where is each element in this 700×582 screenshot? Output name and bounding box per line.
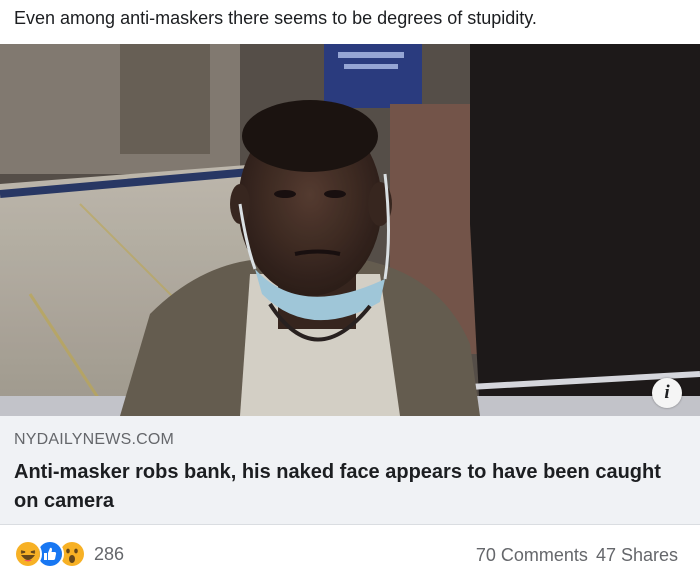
engagement-stats: 70 Comments 47 Shares bbox=[476, 545, 678, 566]
reaction-summary[interactable]: 286 bbox=[14, 540, 125, 568]
info-icon[interactable]: i bbox=[652, 378, 682, 408]
link-preview-meta[interactable]: NYDAILYNEWS.COM Anti-masker robs bank, h… bbox=[0, 416, 700, 525]
post-footer: 286 70 Comments 47 Shares bbox=[0, 525, 700, 582]
link-headline[interactable]: Anti-masker robs bank, his naked face ap… bbox=[14, 458, 684, 516]
surveillance-photo bbox=[0, 44, 700, 416]
facebook-post: Even among anti-maskers there seems to b… bbox=[0, 0, 700, 582]
haha-icon bbox=[14, 540, 42, 568]
link-preview-image[interactable]: i bbox=[0, 44, 700, 416]
link-domain: NYDAILYNEWS.COM bbox=[14, 431, 175, 448]
comments-count[interactable]: 70 Comments bbox=[476, 545, 588, 565]
shares-count[interactable]: 47 Shares bbox=[596, 545, 678, 565]
post-caption: Even among anti-maskers there seems to b… bbox=[14, 8, 537, 28]
reaction-count: 286 bbox=[94, 543, 125, 564]
